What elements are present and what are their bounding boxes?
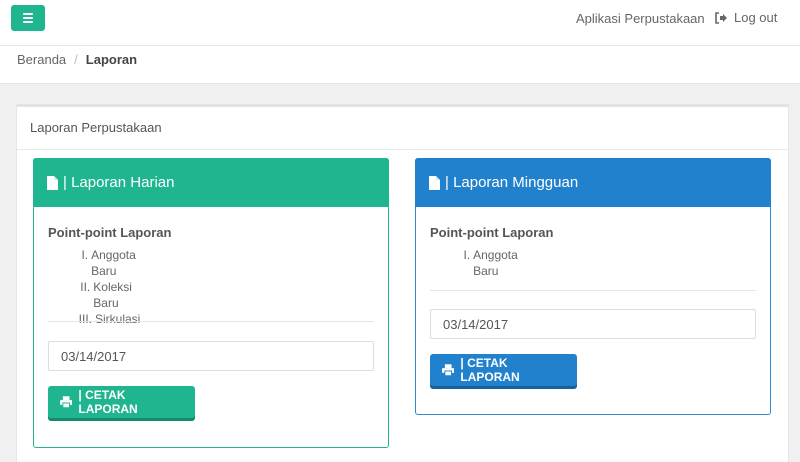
points-title: Point-point Laporan — [430, 225, 554, 240]
breadcrumb: Beranda / Laporan — [17, 52, 137, 67]
breadcrumb-bar: Beranda / Laporan — [0, 46, 800, 84]
logout-icon — [715, 11, 727, 24]
daily-print-label: | CETAK LAPORAN — [78, 388, 138, 416]
list-item: I. Anggota Baru — [81, 248, 136, 278]
daily-print-button[interactable]: | CETAK LAPORAN — [48, 386, 195, 418]
card-divider — [430, 290, 756, 291]
weekly-date-input[interactable]: 03/14/2017 — [430, 309, 756, 339]
weekly-print-label: | CETAK LAPORAN — [460, 356, 520, 384]
logout-label: Log out — [734, 10, 778, 25]
daily-report-card: | Laporan Harian Point-point Laporan I. … — [33, 158, 389, 448]
document-icon — [429, 175, 440, 190]
weekly-report-card-header: | Laporan Mingguan — [415, 158, 771, 207]
menu-toggle-button[interactable] — [11, 5, 45, 31]
list-item: I. Anggota Baru — [463, 248, 518, 278]
document-icon — [47, 175, 58, 190]
print-icon — [442, 364, 455, 376]
weekly-report-card: | Laporan Mingguan Point-point Laporan I… — [415, 158, 771, 415]
breadcrumb-separator: / — [74, 52, 78, 67]
breadcrumb-current: Laporan — [85, 52, 138, 67]
app-name-link[interactable]: Aplikasi Perpustakaan — [576, 11, 705, 26]
points-list: I. Anggota Baru II. Koleksi Baru III. Si… — [48, 247, 158, 327]
daily-report-card-header: | Laporan Harian — [33, 158, 389, 207]
top-navbar: Aplikasi Perpustakaan Log out — [0, 0, 800, 46]
panel-title: Laporan Perpustakaan — [30, 120, 162, 135]
daily-date-input[interactable]: 03/14/2017 — [48, 341, 374, 371]
list-item: III. Sirkulasi — [78, 312, 141, 326]
points-list: I. Anggota Baru — [430, 247, 540, 279]
breadcrumb-home-link[interactable]: Beranda — [17, 52, 66, 67]
weekly-report-title: | Laporan Mingguan — [445, 174, 579, 191]
weekly-print-button[interactable]: | CETAK LAPORAN — [430, 354, 577, 386]
list-item: II. Koleksi Baru — [80, 280, 132, 310]
daily-report-title: | Laporan Harian — [63, 174, 175, 191]
logout-link[interactable]: Log out — [714, 10, 777, 25]
points-title: Point-point Laporan — [48, 225, 172, 240]
print-icon — [60, 396, 73, 408]
menu-icon — [23, 13, 33, 15]
panel-divider — [17, 149, 788, 150]
card-divider — [48, 321, 374, 322]
